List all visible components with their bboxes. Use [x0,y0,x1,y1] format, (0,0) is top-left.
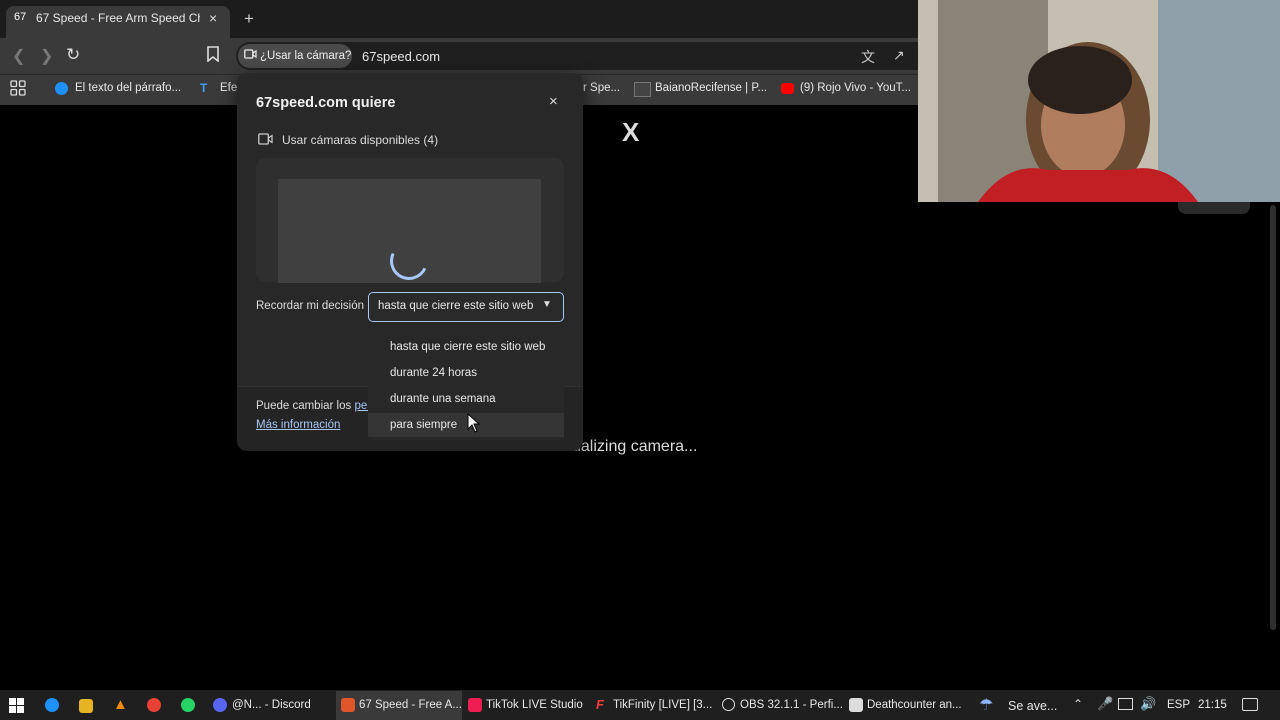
camera-icon [258,133,273,148]
camera-chip-label: ¿Usar la cámara? [260,50,352,62]
tab-close-icon[interactable]: × [209,10,217,26]
obs-icon [722,698,735,711]
translate-icon[interactable]: 文 [861,47,875,67]
taskbar-item-deathcounter[interactable]: Deathcounter an... [867,699,962,711]
weather-text[interactable]: Se ave... [1008,699,1057,713]
clock[interactable]: 21:15 [1198,699,1227,711]
windows-start-icon[interactable] [9,698,24,718]
bookmark-icon[interactable] [207,46,219,66]
edge-icon [55,82,68,95]
taskbar-item-discord[interactable]: @N... - Discord [232,699,311,711]
back-icon[interactable]: ❮ [12,46,25,66]
deathcounter-icon [849,698,863,712]
chevron-down-icon: ▼ [542,299,552,310]
tiktok-icon [468,698,482,712]
tikfinity-icon: F [596,697,604,712]
new-tab-button[interactable]: + [244,9,254,29]
brave-icon [341,698,355,712]
reload-icon[interactable]: ↻ [66,45,80,65]
footer-text: Puede cambiar los per [256,400,372,412]
x-logo-icon[interactable]: X [622,117,639,148]
volume-icon[interactable]: 🔊 [1140,696,1156,712]
taskbar-item-obs[interactable]: OBS 32.1.1 - Perfi... [740,699,843,711]
bookmark-icon: T [200,81,208,95]
bookmark-item[interactable]: El texto del párrafo... [75,82,181,94]
microphone-icon[interactable]: 🎤 [1097,696,1113,712]
more-info-link[interactable]: Más información [256,419,340,431]
tab-favicon: 67 [14,11,27,23]
dropdown-option[interactable]: hasta que cierre este sitio web [368,335,564,359]
url-text[interactable]: 67speed.com [362,49,440,64]
select-value: hasta que cierre este sitio web [378,300,534,312]
notifications-icon[interactable] [1242,698,1258,711]
taskbar-item-tiktok[interactable]: TikTok LIVE Studio [486,699,583,711]
camera-icon [244,49,257,62]
camera-selector-label[interactable]: Usar cámaras disponibles (4) [282,133,438,147]
chevron-up-icon[interactable]: ⌃ [1073,697,1083,711]
dropdown-option[interactable]: para siempre [368,413,564,437]
youtube-icon [781,83,794,94]
network-icon[interactable] [1118,698,1133,710]
bookmark-icon [634,82,651,97]
bookmark-item[interactable]: BaianoRecifense | P... [655,82,767,94]
edge-icon[interactable] [45,698,59,712]
whatsapp-icon[interactable] [181,698,195,712]
file-explorer-icon[interactable] [79,699,93,713]
vlc-icon[interactable]: ▲ [113,696,128,713]
dialog-title: 67speed.com quiere [256,95,396,111]
remember-label: Recordar mi decisión [256,300,365,312]
close-icon[interactable]: × [549,93,558,110]
bookmark-item[interactable]: Efe [220,82,237,94]
taskbar-item-tikfinity[interactable]: TikFinity [LIVE] [3... [613,699,712,711]
weather-icon: ☂ [979,697,994,714]
bookmark-item[interactable]: (9) Rojo Vivo - YouT... [800,82,911,94]
bookmark-item[interactable]: r Spe... [583,82,620,94]
tab-title: 67 Speed - Free Arm Speed Chal [36,11,200,25]
share-icon[interactable]: ↗ [893,47,905,64]
language-indicator[interactable]: ESP [1167,699,1190,711]
forward-icon[interactable]: ❯ [40,46,53,66]
dropdown-option[interactable]: durante una semana [368,387,564,411]
apps-grid-icon[interactable] [10,80,26,101]
scrollbar[interactable] [1270,205,1276,630]
taskbar-item-browser[interactable]: 67 Speed - Free A... [359,699,462,711]
discord-icon [213,698,227,712]
webcam-overlay [918,0,1280,202]
dropdown-option[interactable]: durante 24 horas [368,361,564,385]
chrome-icon[interactable] [147,698,161,712]
